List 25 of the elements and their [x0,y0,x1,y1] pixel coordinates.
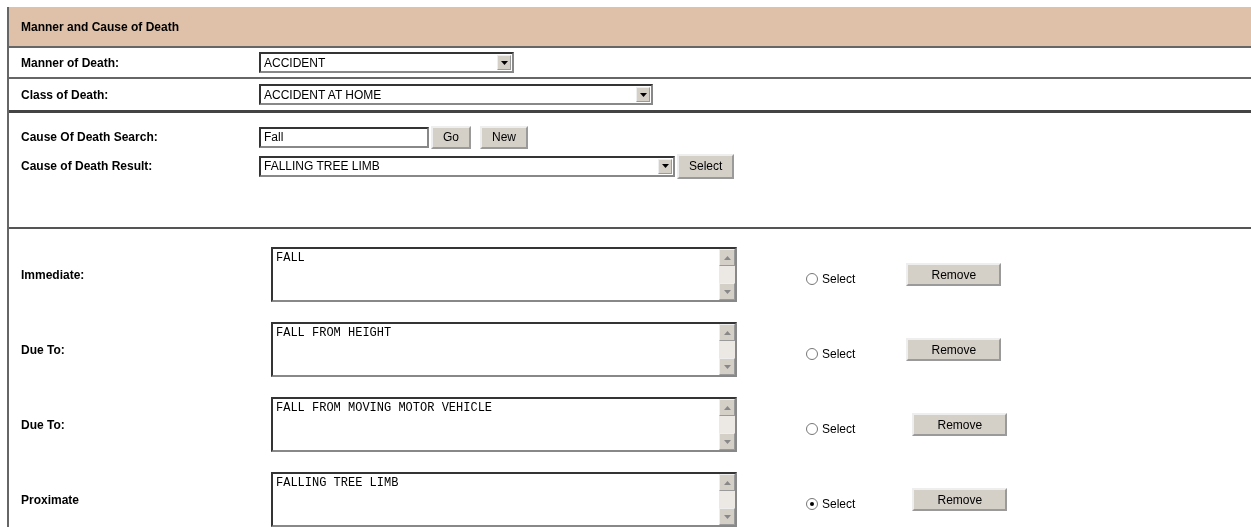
radio-label: Select [822,345,856,363]
field-label: Manner of Death: [21,54,120,72]
field-label: Due To: [21,341,66,359]
field-label: Immediate: [21,266,86,284]
remove-button[interactable]: Remove [912,488,1008,511]
radio-label: Select [822,495,856,513]
radio-label: Select [822,270,856,288]
field-label: Cause of Death Result: [21,158,154,175]
field-label: Class of Death: [21,86,110,104]
field-label: Due To: [21,416,66,434]
section-title: Manner and Cause of Death [21,18,180,36]
new-button[interactable]: New [480,125,529,149]
radio-button[interactable] [806,272,818,285]
radio-button[interactable] [806,422,818,435]
select-button[interactable]: Select [677,153,735,179]
go-button[interactable]: Go [431,125,471,149]
field-label: Proximate [21,491,81,509]
remove-button[interactable]: Remove [906,263,1002,286]
radio-button[interactable] [806,497,818,510]
remove-button[interactable]: Remove [906,338,1002,361]
search-field[interactable]: Fall [259,126,429,148]
remove-button[interactable]: Remove [912,413,1008,436]
radio-label: Select [822,420,856,438]
radio-button[interactable] [806,347,818,360]
field-label: Cause Of Death Search: [21,129,159,146]
